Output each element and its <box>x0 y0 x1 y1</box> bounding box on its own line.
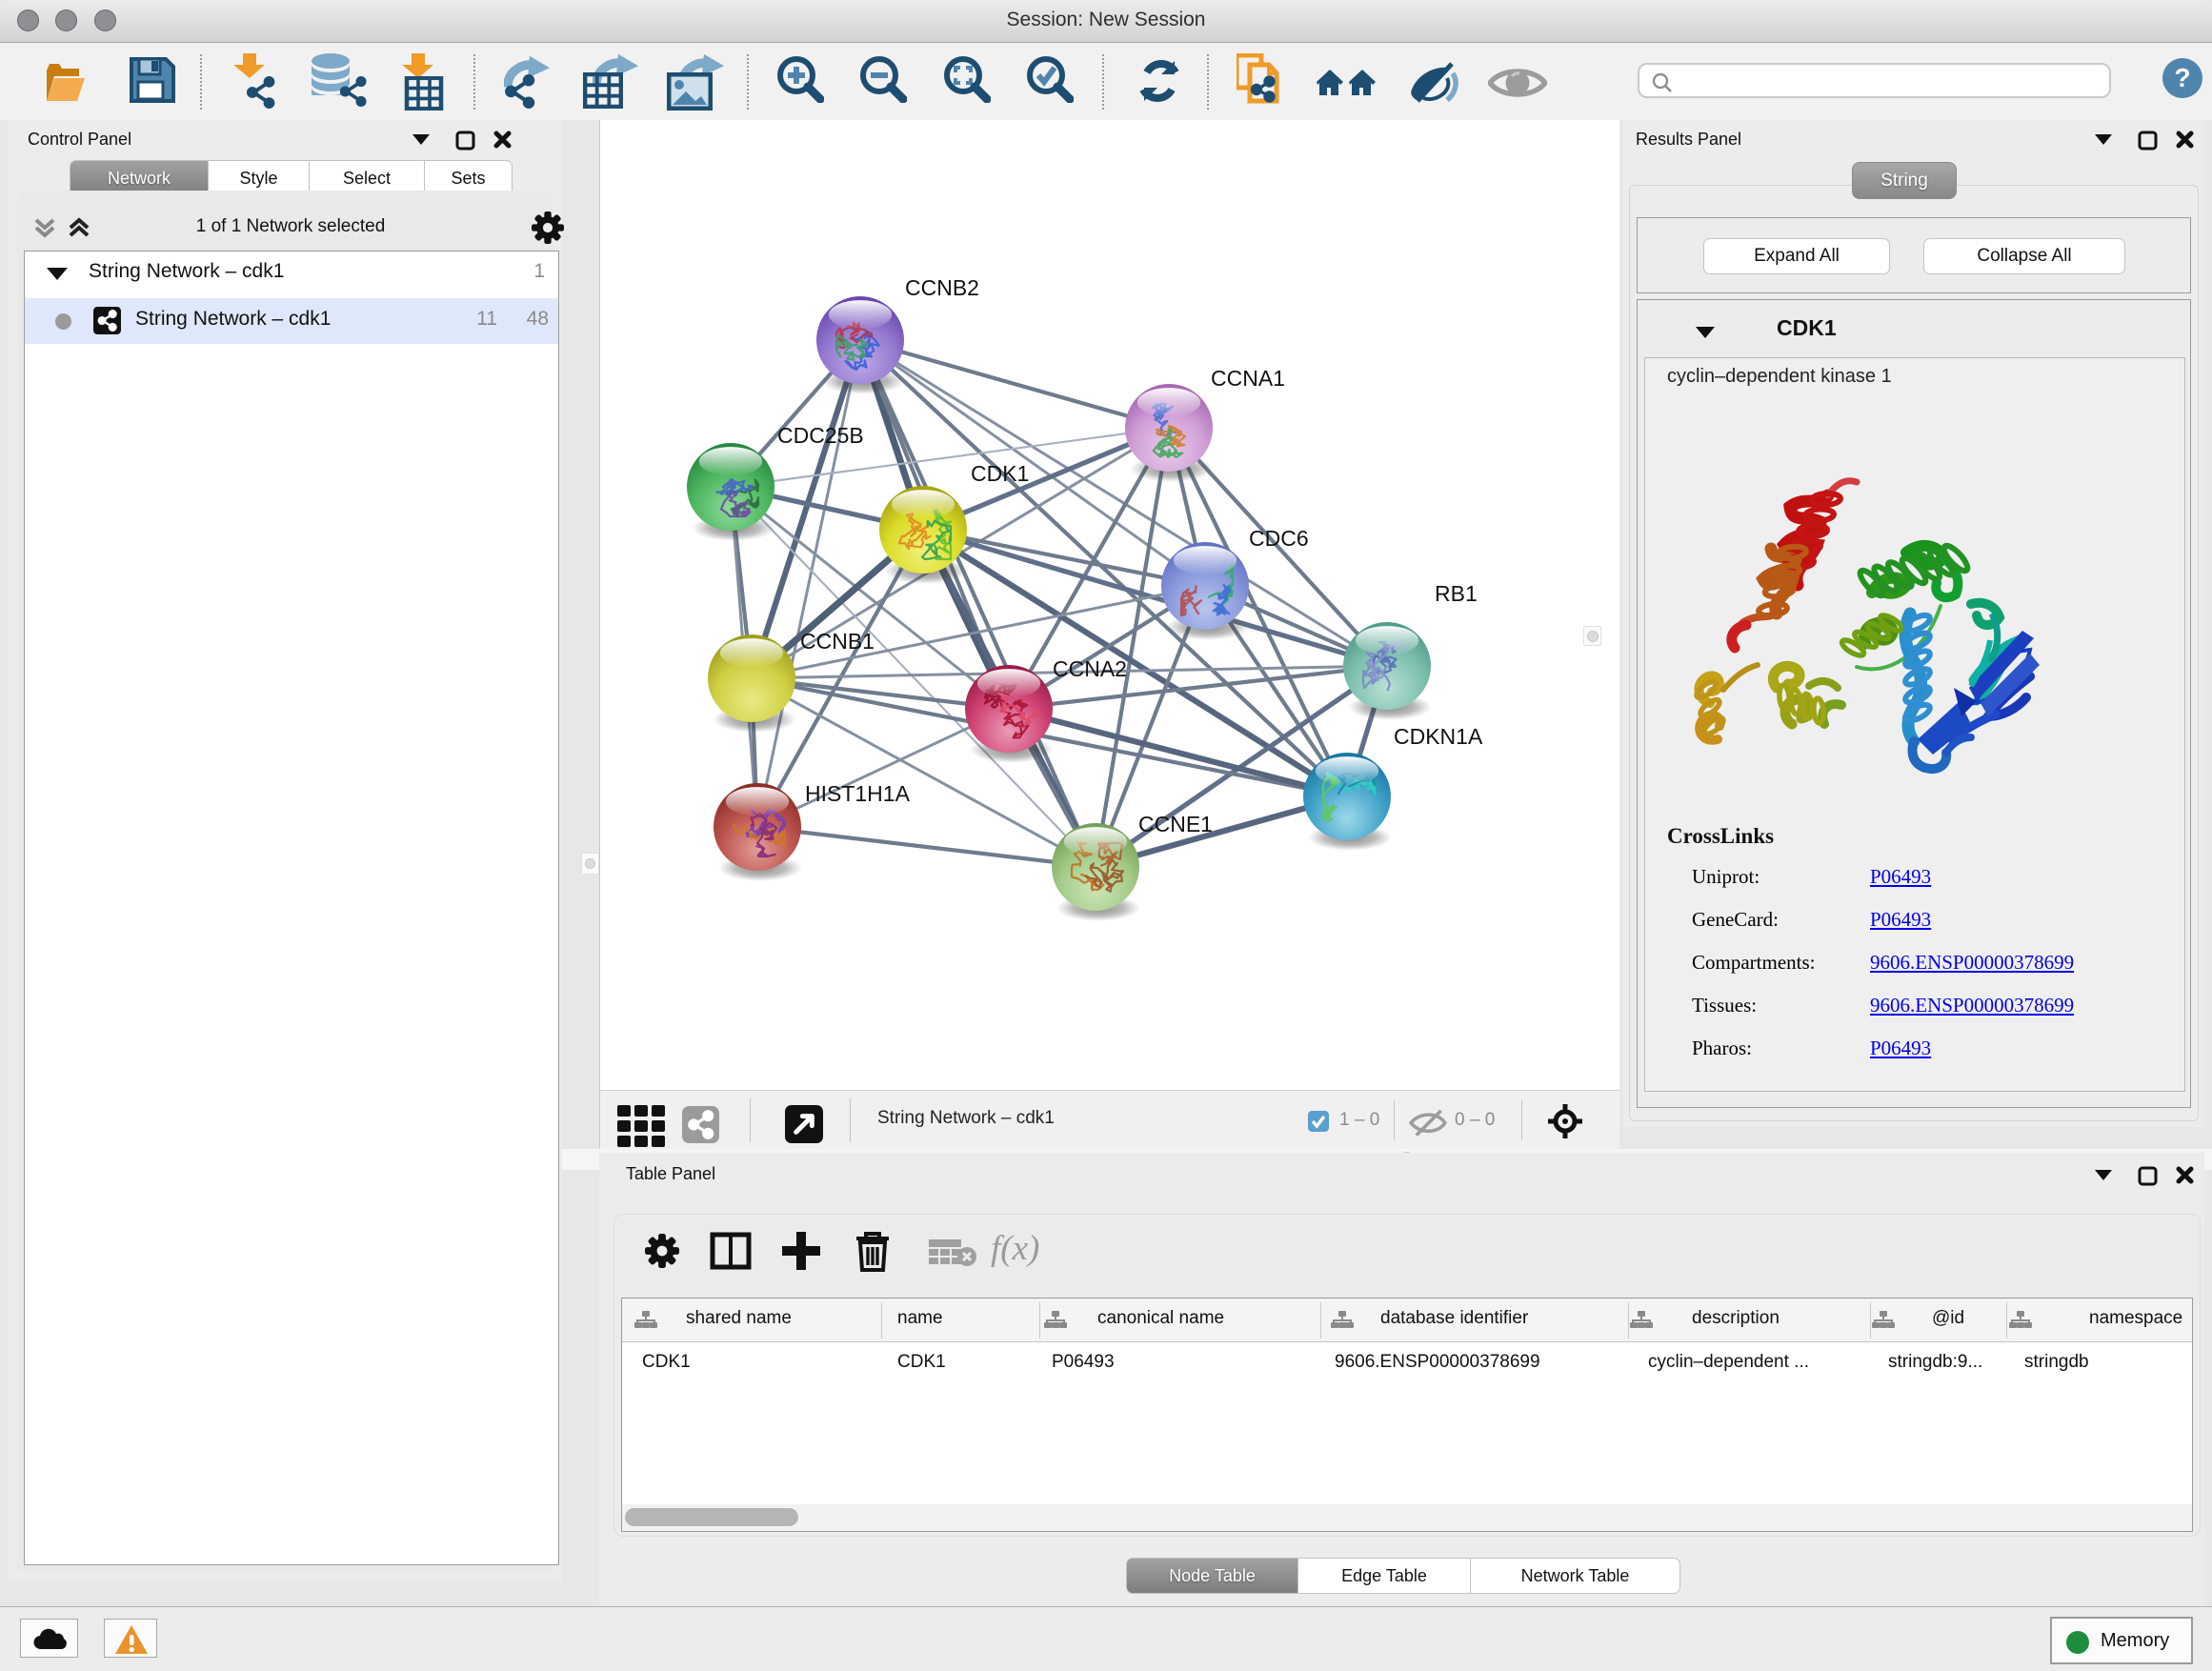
svg-text:RB1: RB1 <box>1435 581 1478 606</box>
svg-text:CDKN1A: CDKN1A <box>1394 724 1483 749</box>
svg-text:CDC6: CDC6 <box>1249 526 1309 551</box>
svg-text:?: ? <box>2174 63 2190 92</box>
svg-text:CCNA1: CCNA1 <box>1211 366 1285 391</box>
svg-text:CDC25B: CDC25B <box>777 423 864 448</box>
svg-text:CCNE1: CCNE1 <box>1138 812 1213 836</box>
svg-text:CCNA2: CCNA2 <box>1053 656 1127 681</box>
svg-text:CDK1: CDK1 <box>971 461 1029 486</box>
svg-text:HIST1H1A: HIST1H1A <box>805 781 911 806</box>
svg-text:CCNB1: CCNB1 <box>800 629 875 654</box>
svg-text:CCNB2: CCNB2 <box>905 275 979 300</box>
